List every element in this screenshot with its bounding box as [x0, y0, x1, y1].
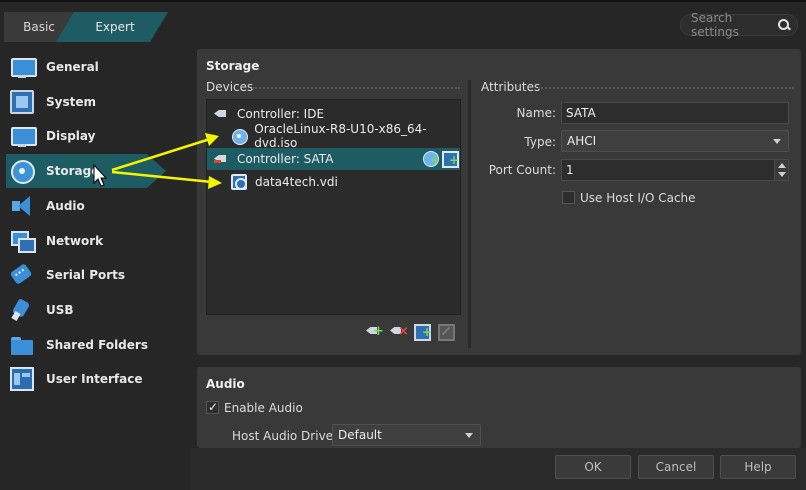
host-io-cache-label: Use Host I/O Cache [580, 191, 696, 205]
tree-item-label: OracleLinux-R8-U10-x86_64-dvd.iso [254, 122, 427, 150]
display-icon [10, 124, 37, 148]
tree-optical-drive[interactable]: OracleLinux-R8-U10-x86_64-dvd.iso [207, 122, 460, 150]
devices-label: Devices [206, 80, 254, 94]
chevron-down-icon [465, 433, 473, 438]
ok-button[interactable]: OK [555, 455, 631, 479]
tab-expert[interactable]: Expert [56, 12, 168, 42]
sata-controller-icon [213, 151, 229, 167]
optical-disc-icon [231, 128, 249, 145]
sidebar-item-display[interactable]: Display [6, 119, 186, 153]
sidebar-item-serial-ports[interactable]: Serial Ports [6, 258, 186, 292]
folder-icon [10, 333, 34, 357]
tree-hard-disk[interactable]: data4tech.vdi [207, 171, 460, 193]
sidebar-item-label: USB [46, 303, 74, 317]
storage-devices-tree[interactable]: Controller: IDE OracleLinux-R8-U10-x86_6… [206, 99, 461, 315]
add-hard-disk-icon[interactable] [442, 151, 459, 168]
tree-controller-sata[interactable]: Controller: SATA [207, 148, 460, 170]
host-audio-driver-value: Default [338, 428, 382, 442]
sidebar-item-storage[interactable]: Storage [6, 154, 166, 188]
panel-splitter[interactable] [468, 80, 471, 348]
search-icon [777, 18, 791, 32]
attributes-divider [538, 87, 794, 89]
remove-controller-icon[interactable] [390, 323, 409, 339]
enable-audio-checkbox[interactable] [206, 400, 219, 414]
user-interface-icon [10, 367, 34, 391]
port-count-spinbox[interactable]: 1 [561, 159, 789, 181]
spin-up-icon[interactable] [778, 163, 786, 168]
sidebar-item-label: System [46, 95, 96, 109]
spin-buttons[interactable] [774, 160, 788, 180]
search-placeholder: Search settings [691, 11, 739, 39]
cancel-button[interactable]: Cancel [638, 455, 714, 479]
audio-title: Audio [206, 377, 245, 391]
sidebar-item-label: Audio [46, 199, 85, 213]
add-optical-drive-icon[interactable] [423, 151, 440, 167]
usb-icon [10, 298, 34, 322]
host-audio-driver-label: Host Audio Driver: [232, 429, 342, 443]
help-button[interactable]: Help [720, 455, 796, 479]
devices-divider [252, 87, 460, 89]
sidebar-item-label: Storage [46, 164, 100, 178]
sidebar-item-usb[interactable]: USB [6, 293, 186, 327]
controller-name-input[interactable]: SATA [561, 102, 789, 124]
port-count-label: Port Count: [488, 163, 556, 177]
spin-down-icon[interactable] [778, 172, 786, 177]
storage-title: Storage [206, 59, 260, 73]
add-controller-icon[interactable] [366, 323, 384, 339]
controller-type-select[interactable]: AHCI [561, 130, 789, 152]
port-count-value: 1 [566, 163, 574, 177]
chevron-down-icon [773, 139, 781, 144]
tree-item-label: Controller: IDE [237, 107, 325, 121]
sidebar-item-network[interactable]: Network [6, 224, 186, 258]
sidebar-item-label: Shared Folders [46, 338, 148, 352]
disc-icon [10, 159, 35, 184]
attributes-label: Attributes [481, 80, 541, 94]
hard-disk-icon [231, 174, 247, 190]
sidebar-item-label: Display [46, 129, 96, 143]
speaker-icon [10, 194, 34, 218]
sidebar-item-user-interface[interactable]: User Interface [6, 362, 186, 396]
sidebar-item-shared-folders[interactable]: Shared Folders [6, 328, 186, 362]
host-audio-driver-select[interactable]: Default [332, 424, 481, 446]
tree-item-label: Controller: SATA [237, 152, 334, 166]
sidebar-item-label: General [46, 60, 99, 74]
sidebar-item-label: Serial Ports [46, 268, 126, 282]
sidebar-item-system[interactable]: System [6, 85, 186, 119]
type-label: Type: [524, 135, 556, 149]
sidebar: General System Display Storage Audio Net… [0, 48, 190, 398]
remove-attachment-icon[interactable] [438, 323, 455, 341]
sidebar-item-general[interactable]: General [6, 50, 186, 84]
name-label: Name: [516, 106, 556, 120]
add-attachment-icon[interactable] [414, 323, 432, 341]
monitor-icon [10, 55, 37, 79]
mode-tabs: Basic Expert [4, 12, 174, 42]
controller-icon [213, 106, 229, 122]
tree-item-label: data4tech.vdi [255, 175, 338, 189]
controller-type-value: AHCI [567, 134, 597, 148]
settings-window: Basic Expert Search settings General Sys… [0, 0, 806, 490]
network-icon [10, 229, 36, 253]
sidebar-item-label: Network [46, 234, 104, 248]
chip-icon [10, 90, 34, 114]
host-io-cache-checkbox[interactable] [562, 191, 575, 204]
enable-audio-label: Enable Audio [224, 401, 303, 415]
sidebar-item-audio[interactable]: Audio [6, 189, 186, 223]
serial-port-icon [10, 263, 34, 287]
search-settings-input[interactable]: Search settings [680, 11, 798, 39]
sidebar-item-label: User Interface [46, 372, 143, 386]
